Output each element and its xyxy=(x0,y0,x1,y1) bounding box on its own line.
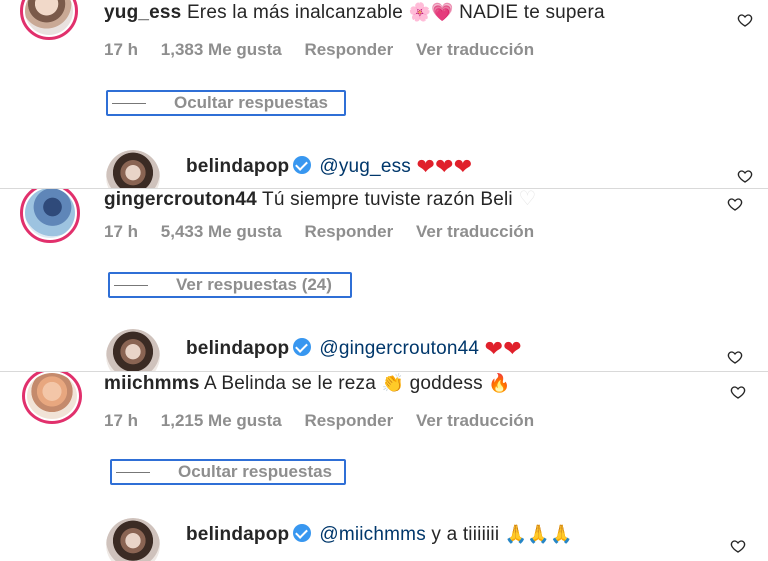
comment-emojis: 👏 xyxy=(381,373,405,393)
comment-text: Eres la más inalcanzable xyxy=(186,2,403,23)
comment-username[interactable]: miichmms xyxy=(104,373,200,394)
replies-toggle-label: Ocultar respuestas xyxy=(178,462,333,481)
avatar-belindapop[interactable] xyxy=(106,150,160,188)
reply-emojis: 🙏🙏🙏 xyxy=(504,524,573,544)
replies-dash xyxy=(114,284,148,286)
replies-dash xyxy=(116,471,150,473)
heart-outline-icon[interactable] xyxy=(737,12,753,28)
comment-emojis: ♡ xyxy=(518,188,537,210)
comment-text: Tú siempre tuviste razón Beli xyxy=(262,189,513,210)
comment-emojis: 🌸💗 xyxy=(408,2,454,22)
comment-emoji-after: 🔥 xyxy=(488,373,511,393)
comment-meta: 17 h 1,383 Me gusta Responder Ver traduc… xyxy=(104,40,552,60)
verified-badge-icon xyxy=(293,524,312,542)
heart-outline-icon[interactable] xyxy=(730,538,746,554)
reply-text-row: belindapop @gingercrouton44 ❤❤ xyxy=(186,336,522,362)
comment-text-after: goddess xyxy=(409,373,483,394)
reply-emojis: ❤❤ xyxy=(484,336,522,361)
translate-link[interactable]: Ver traducción xyxy=(416,222,534,241)
replies-toggle[interactable]: Ver respuestas (24) xyxy=(108,272,352,298)
profile-photo xyxy=(106,518,160,561)
heart-outline-icon[interactable] xyxy=(727,196,743,212)
profile-photo xyxy=(27,373,77,419)
comment-text-row: gingercrouton44 Tú siempre tuviste razón… xyxy=(104,188,537,211)
avatar-belindapop[interactable] xyxy=(106,329,160,372)
comment-block-3: miichmms A Belinda se le reza 👏 goddess … xyxy=(0,371,768,561)
comment-meta: 17 h 1,215 Me gusta Responder Ver traduc… xyxy=(104,411,552,431)
reply-emojis: ❤❤❤ xyxy=(416,154,473,179)
comment-block-1: yug_ess Eres la más inalcanzable 🌸💗 NADI… xyxy=(0,0,768,188)
replies-toggle[interactable]: Ocultar respuestas xyxy=(106,90,346,116)
verified-badge-icon xyxy=(293,338,312,356)
translate-link[interactable]: Ver traducción xyxy=(416,40,534,59)
translate-link[interactable]: Ver traducción xyxy=(416,411,534,430)
avatar-miichmms[interactable] xyxy=(22,372,82,424)
comment-likes[interactable]: 1,215 Me gusta xyxy=(161,411,282,430)
reply-text-row: belindapop @miichmms y a tiiiiiii 🙏🙏🙏 xyxy=(186,524,573,546)
reply-link[interactable]: Responder xyxy=(304,411,393,430)
reply-username[interactable]: belindapop xyxy=(186,338,289,359)
comment-username[interactable]: gingercrouton44 xyxy=(104,189,257,210)
comment-text-row: miichmms A Belinda se le reza 👏 goddess … xyxy=(104,373,511,395)
replies-toggle[interactable]: Ocultar respuestas xyxy=(110,459,346,485)
comment-meta: 17 h 5,433 Me gusta Responder Ver traduc… xyxy=(104,222,552,242)
heart-outline-icon[interactable] xyxy=(730,384,746,400)
avatar-belindapop[interactable] xyxy=(106,518,160,561)
heart-outline-icon[interactable] xyxy=(737,168,753,184)
heart-outline-icon[interactable] xyxy=(727,349,743,365)
comment-time: 17 h xyxy=(104,411,139,430)
profile-photo xyxy=(106,329,160,372)
comment-text-after: NADIE te supera xyxy=(459,2,605,23)
profile-photo xyxy=(25,0,73,35)
avatar-yug_ess[interactable] xyxy=(20,0,78,40)
comment-time: 17 h xyxy=(104,222,139,241)
comment-time: 17 h xyxy=(104,40,139,59)
comment-block-2: gingercrouton44 Tú siempre tuviste razón… xyxy=(0,188,768,372)
replies-toggle-label: Ocultar respuestas xyxy=(174,93,329,112)
comment-text-row: yug_ess Eres la más inalcanzable 🌸💗 NADI… xyxy=(104,2,605,24)
reply-mention[interactable]: @yug_ess xyxy=(319,156,411,177)
reply-link[interactable]: Responder xyxy=(304,222,393,241)
comment-username[interactable]: yug_ess xyxy=(104,2,181,23)
replies-dash xyxy=(112,102,146,104)
reply-link[interactable]: Responder xyxy=(304,40,393,59)
reply-username[interactable]: belindapop xyxy=(186,524,289,545)
comment-likes[interactable]: 5,433 Me gusta xyxy=(161,222,282,241)
reply-text-row: belindapop @yug_ess ❤❤❤ xyxy=(186,154,472,180)
comment-text: A Belinda se le reza xyxy=(204,373,376,394)
profile-photo xyxy=(106,150,160,188)
reply-username[interactable]: belindapop xyxy=(186,156,289,177)
profile-photo xyxy=(25,189,75,238)
comment-likes[interactable]: 1,383 Me gusta xyxy=(161,40,282,59)
reply-text: y a tiiiiiii xyxy=(431,524,500,545)
reply-mention[interactable]: @miichmms xyxy=(319,524,426,545)
replies-toggle-label: Ver respuestas (24) xyxy=(176,275,332,294)
verified-badge-icon xyxy=(293,156,312,174)
reply-mention[interactable]: @gingercrouton44 xyxy=(319,338,479,359)
avatar-gingercrouton44[interactable] xyxy=(20,189,80,243)
